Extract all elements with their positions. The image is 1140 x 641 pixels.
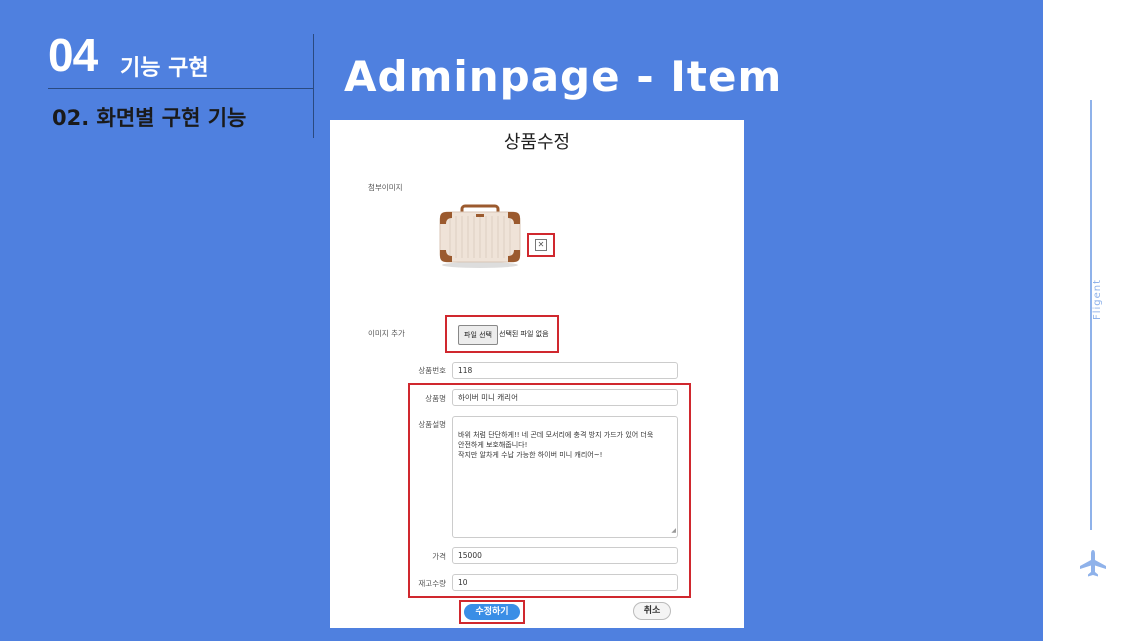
item-name-label: 상품명: [425, 394, 446, 403]
subsection-title: 02. 화면별 구현 기능: [52, 106, 247, 130]
item-no-label: 상품번호: [418, 366, 446, 375]
form-title: 상품수정: [503, 132, 571, 153]
file-input: 파일 선택 선택된 파일 없음: [445, 315, 559, 353]
resize-grip-icon[interactable]: ◢: [671, 526, 676, 536]
price-label: 가격: [432, 552, 446, 561]
price-field[interactable]: 15000: [452, 547, 678, 564]
submit-highlight: 수정하기: [459, 600, 525, 624]
item-no-field[interactable]: 118: [452, 362, 678, 379]
sidebar-brand: Fligent: [1092, 278, 1103, 320]
close-box-icon: ✕: [535, 239, 547, 251]
edit-item-form: 상품수정 첨부이미지 ✕ 이미지 추가 파일 선택 선택된 파일 없음 상품번호…: [330, 120, 744, 628]
item-desc-text: 바위 처럼 단단하게!! 네 곤데 모서리에 충격 방지 가드가 있어 더욱 안…: [458, 431, 654, 459]
item-name-field[interactable]: 하이버 미니 캐리어: [452, 389, 678, 406]
airplane-icon: [1080, 550, 1106, 577]
file-status-text: 선택된 파일 없음: [499, 330, 549, 338]
section-title: 기능 구현: [120, 56, 209, 81]
stock-field[interactable]: 10: [452, 574, 678, 591]
item-desc-textarea[interactable]: 바위 처럼 단단하게!! 네 곤데 모서리에 충격 방지 가드가 있어 더욱 안…: [452, 416, 678, 538]
section-underline: [48, 88, 314, 89]
choose-file-button[interactable]: 파일 선택: [458, 325, 498, 345]
product-image: [439, 204, 521, 268]
delete-image-button[interactable]: ✕: [527, 233, 555, 257]
item-desc-label: 상품설명: [418, 420, 446, 429]
page-title: Adminpage - Item: [344, 52, 783, 101]
submit-button[interactable]: 수정하기: [464, 604, 520, 620]
section-number: 04: [48, 29, 98, 81]
add-image-label: 이미지 추가: [368, 329, 405, 338]
attached-image-label: 첨부이미지: [368, 183, 403, 192]
cancel-button[interactable]: 취소: [633, 602, 671, 620]
section-divider: [313, 34, 314, 138]
stock-label: 재고수량: [418, 579, 446, 588]
